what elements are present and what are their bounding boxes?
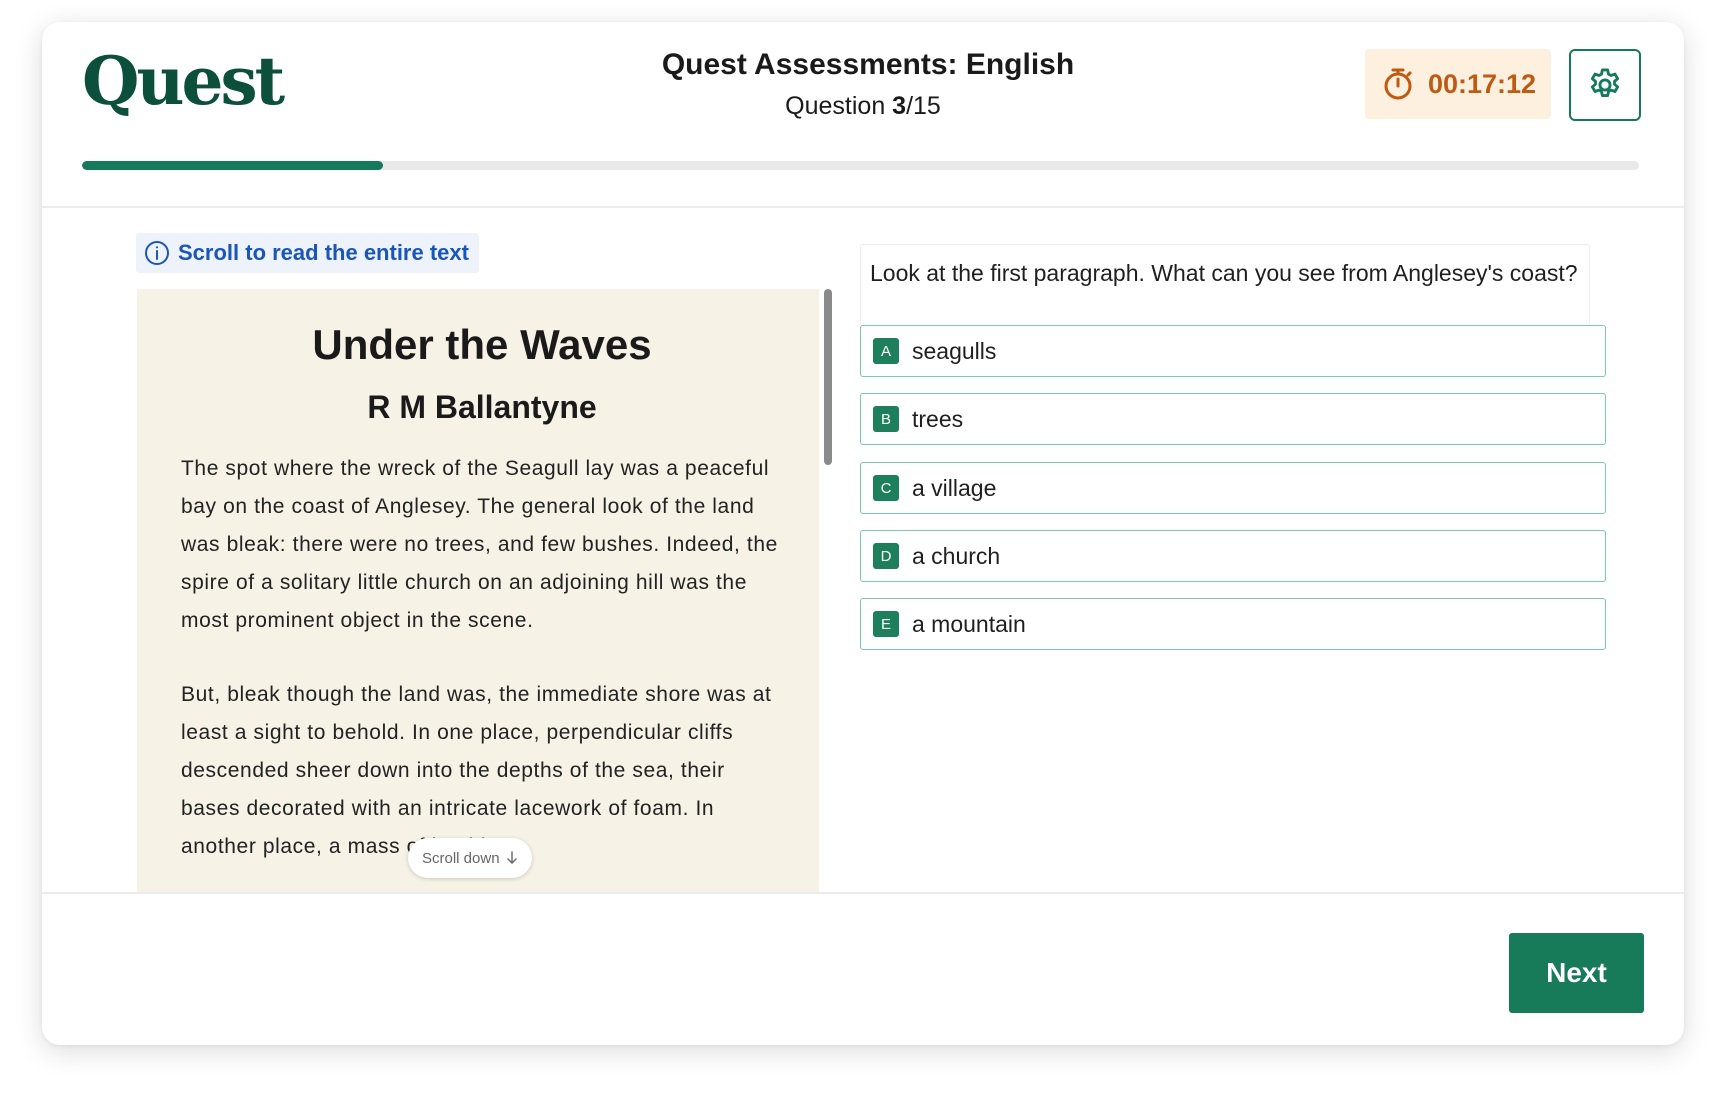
- scroll-down-label: Scroll down: [422, 849, 500, 867]
- passage-paragraph: The spot where the wreck of the Seagull …: [181, 457, 778, 632]
- next-button[interactable]: Next: [1509, 933, 1644, 1013]
- scroll-hint: Scroll to read the entire text: [136, 233, 479, 273]
- assessment-card: Quest Quest Assessments: English Questio…: [42, 22, 1684, 1045]
- option-c[interactable]: C a village: [860, 462, 1606, 514]
- question-text: Look at the first paragraph. What can yo…: [860, 244, 1590, 326]
- arrow-down-icon: [506, 851, 517, 864]
- stopwatch-icon: [1384, 68, 1412, 100]
- info-icon: [145, 241, 169, 265]
- option-e[interactable]: E a mountain: [860, 598, 1606, 650]
- option-letter: E: [873, 611, 899, 637]
- option-label: a church: [912, 542, 1001, 569]
- passage-title: Under the Waves: [312, 321, 652, 368]
- settings-button[interactable]: [1569, 49, 1641, 121]
- scroll-down-button[interactable]: Scroll down: [408, 838, 532, 878]
- option-letter: C: [873, 475, 899, 501]
- question-counter-prefix: Question: [785, 92, 893, 120]
- option-letter: A: [873, 338, 899, 364]
- option-letter: D: [873, 543, 899, 569]
- option-a[interactable]: A seagulls: [860, 325, 1606, 377]
- gear-icon: [1590, 68, 1620, 98]
- timer-value: 00:17:12: [1427, 68, 1537, 99]
- option-label: a mountain: [912, 610, 1026, 637]
- option-label: a village: [912, 474, 997, 501]
- progress-bar: [82, 161, 1639, 170]
- passage-scrollbar[interactable]: [824, 289, 832, 465]
- option-d[interactable]: D a church: [860, 530, 1606, 582]
- scroll-hint-text: Scroll to read the entire text: [178, 240, 469, 265]
- option-label: trees: [912, 405, 964, 432]
- option-label: seagulls: [912, 337, 997, 364]
- timer: 00:17:12: [1365, 49, 1551, 119]
- option-letter: B: [873, 406, 899, 432]
- question-total: /15: [906, 92, 941, 120]
- passage-body: The spot where the wreck of the Seagull …: [181, 450, 783, 866]
- progress-bar-fill: [82, 161, 384, 170]
- option-b[interactable]: B trees: [860, 393, 1606, 445]
- header-divider: [42, 206, 1684, 208]
- passage-panel[interactable]: Under the Waves R M Ballantyne The spot …: [137, 289, 819, 892]
- passage-author: R M Ballantyne: [367, 389, 597, 425]
- question-current: 3: [892, 92, 907, 120]
- footer-divider: [42, 892, 1684, 894]
